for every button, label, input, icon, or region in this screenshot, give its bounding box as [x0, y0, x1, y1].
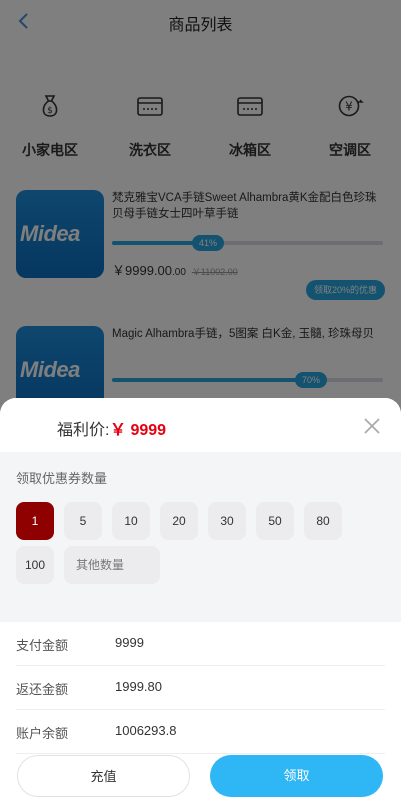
- close-icon[interactable]: [363, 417, 381, 435]
- pay-amount-row: 支付金额 9999: [16, 622, 385, 666]
- quantity-option-100[interactable]: 100: [16, 546, 54, 584]
- coupon-bottom-sheet: 福利价: ￥ 9999 领取优惠券数量 1 5 10 20 30 50 80 1…: [0, 398, 401, 801]
- quantity-option-80[interactable]: 80: [304, 502, 342, 540]
- welfare-price: ￥ 9999: [110, 422, 167, 439]
- other-quantity-input[interactable]: 其他数量: [64, 546, 160, 584]
- quantity-option-10[interactable]: 10: [112, 502, 150, 540]
- claim-button[interactable]: 领取: [210, 755, 383, 797]
- quantity-option-5[interactable]: 5: [64, 502, 102, 540]
- quantity-option-20[interactable]: 20: [160, 502, 198, 540]
- quantity-option-1[interactable]: 1: [16, 502, 54, 540]
- pay-amount-label: 支付金额: [16, 638, 69, 653]
- pay-amount-value: 9999: [115, 635, 144, 650]
- coupon-quantity-title: 领取优惠券数量: [16, 471, 108, 486]
- rebate-amount-row: 返还金额 1999.80: [16, 666, 385, 710]
- account-balance-value: 1006293.8: [115, 723, 177, 738]
- account-balance-label: 账户余额: [16, 726, 69, 741]
- recharge-button[interactable]: 充值: [17, 755, 190, 797]
- rebate-amount-label: 返还金额: [16, 682, 69, 697]
- quantity-option-50[interactable]: 50: [256, 502, 294, 540]
- quantity-option-30[interactable]: 30: [208, 502, 246, 540]
- account-balance-row: 账户余额 1006293.8: [16, 710, 385, 754]
- welfare-price-label: 福利价:: [57, 422, 110, 439]
- sheet-header: 福利价: ￥ 9999: [0, 398, 401, 452]
- rebate-amount-value: 1999.80: [115, 679, 162, 694]
